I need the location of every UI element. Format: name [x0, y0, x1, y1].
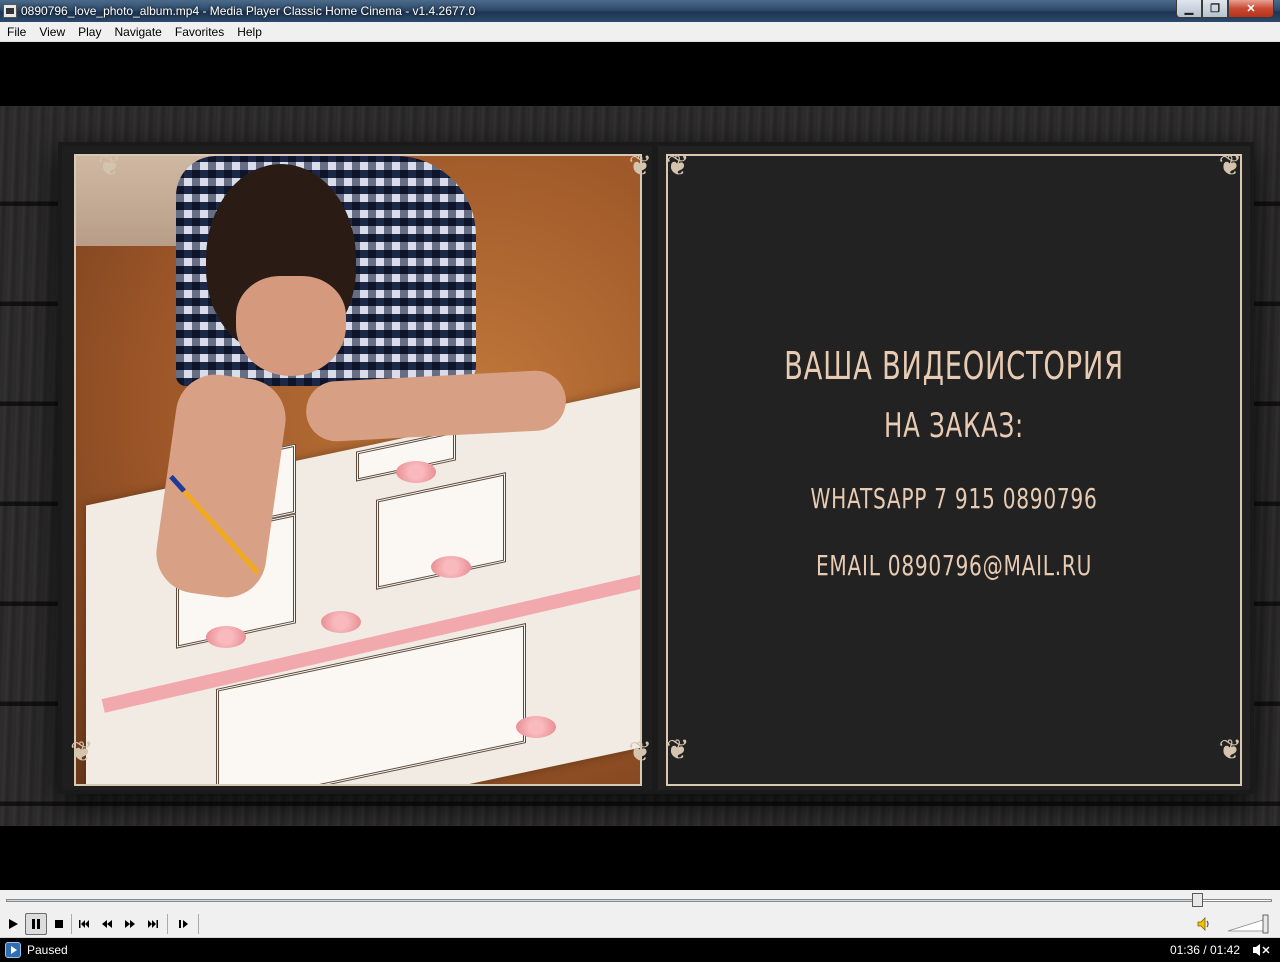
- volume-slider[interactable]: [1226, 913, 1272, 935]
- toolbar-separator: [198, 914, 199, 934]
- video-area[interactable]: ❦ ❦ ❦ ❦ ❦ ❦ ❦ ❦ ВАША ВИДЕОИСТОРИЯ НА ЗАК…: [0, 42, 1280, 890]
- toolbar-separator: [71, 914, 72, 934]
- video-frame: ❦ ❦ ❦ ❦ ❦ ❦ ❦ ❦ ВАША ВИДЕОИСТОРИЯ НА ЗАК…: [0, 106, 1280, 826]
- status-bar: Paused 01:36 / 01:42: [0, 938, 1280, 962]
- window-title: 0890796_love_photo_album.mp4 - Media Pla…: [21, 4, 476, 18]
- seek-bar[interactable]: [0, 890, 1280, 910]
- volume-thumb: [1262, 914, 1269, 934]
- time-display[interactable]: 01:36 / 01:42: [1170, 943, 1240, 957]
- speaker-icon[interactable]: [1196, 916, 1212, 932]
- maximize-button[interactable]: ❐: [1202, 0, 1228, 18]
- menu-help[interactable]: Help: [231, 22, 268, 42]
- skip-forward-icon: [148, 920, 158, 928]
- fast-forward-icon: [125, 920, 135, 928]
- ornament-icon: ❦: [70, 736, 94, 767]
- ornament-icon: ❦: [628, 736, 652, 767]
- album-left-page: ❦ ❦ ❦ ❦: [62, 146, 652, 790]
- skip-back-icon: [79, 920, 89, 928]
- ornament-icon: ❦: [1218, 734, 1242, 765]
- menu-bar: File View Play Navigate Favorites Help: [0, 22, 1280, 42]
- pause-button[interactable]: [25, 913, 47, 935]
- app-icon[interactable]: [3, 4, 17, 18]
- playback-toolbar: [0, 910, 1280, 938]
- photo-album: ❦ ❦ ❦ ❦ ❦ ❦ ❦ ❦ ВАША ВИДЕОИСТОРИЯ НА ЗАК…: [58, 142, 1254, 794]
- rewind-icon: [102, 920, 112, 928]
- menu-favorites[interactable]: Favorites: [169, 22, 230, 42]
- promo-line: НА ЗАКАЗ:: [884, 406, 1024, 446]
- skip-forward-button[interactable]: [142, 913, 164, 935]
- rewind-button[interactable]: [96, 913, 118, 935]
- skip-back-button[interactable]: [73, 913, 95, 935]
- promo-line: ВАША ВИДЕОИСТОРИЯ: [784, 344, 1124, 388]
- title-bar: 0890796_love_photo_album.mp4 - Media Pla…: [0, 0, 1280, 22]
- play-icon: [9, 919, 18, 929]
- ornament-icon: ❦: [628, 150, 652, 181]
- promo-line: WHATSAPP 7 915 0890796: [810, 482, 1098, 515]
- album-right-page: ❦ ❦ ❦ ❦ ВАША ВИДЕОИСТОРИЯ НА ЗАКАЗ: WHAT…: [658, 146, 1250, 790]
- window-controls: ▁ ❐ ✕: [1176, 0, 1274, 18]
- menu-file[interactable]: File: [1, 22, 32, 42]
- frame-step-button[interactable]: [173, 913, 195, 935]
- ornament-icon: ❦: [1218, 150, 1242, 181]
- promo-text: ВАША ВИДЕОИСТОРИЯ НА ЗАКАЗ: WHATSAPP 7 9…: [658, 336, 1250, 598]
- toolbar-separator: [167, 914, 168, 934]
- pause-icon: [32, 919, 40, 929]
- ornament-icon: ❦: [666, 734, 690, 765]
- playback-status: Paused: [27, 943, 68, 957]
- ornament-icon: ❦: [98, 150, 122, 181]
- mute-icon[interactable]: [1252, 942, 1272, 958]
- seek-progress: [7, 900, 1197, 901]
- menu-navigate[interactable]: Navigate: [108, 22, 167, 42]
- seek-thumb[interactable]: [1192, 893, 1204, 907]
- status-play-icon: [5, 942, 21, 958]
- frame-step-icon: [179, 920, 188, 928]
- fast-forward-button[interactable]: [119, 913, 141, 935]
- seek-track[interactable]: [6, 899, 1272, 902]
- stop-icon: [55, 920, 63, 928]
- play-button[interactable]: [2, 913, 24, 935]
- stop-button[interactable]: [48, 913, 70, 935]
- minimize-button[interactable]: ▁: [1176, 0, 1202, 18]
- ornament-icon: ❦: [666, 150, 690, 181]
- menu-play[interactable]: Play: [72, 22, 107, 42]
- album-photo: [74, 154, 642, 786]
- menu-view[interactable]: View: [33, 22, 71, 42]
- close-button[interactable]: ✕: [1228, 0, 1274, 18]
- promo-line: EMAIL 0890796@MAIL.RU: [815, 549, 1093, 582]
